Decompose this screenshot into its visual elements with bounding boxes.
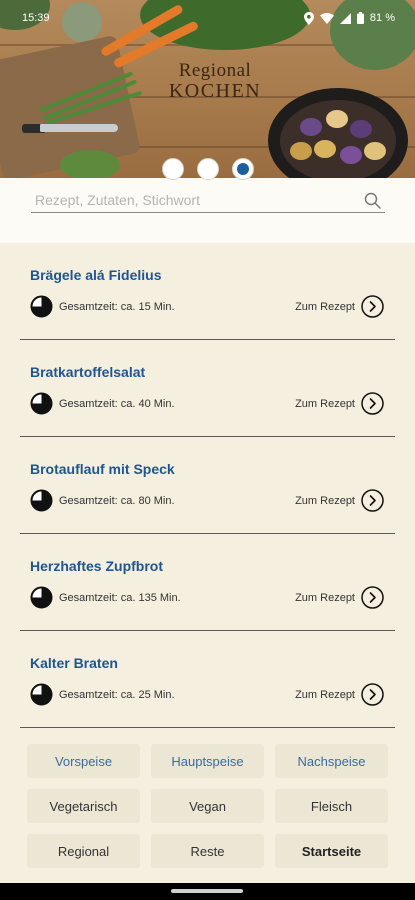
category-vegan-button[interactable]: Vegan [151, 789, 264, 823]
open-recipe-link[interactable]: Zum Rezept [295, 489, 384, 512]
time-pie-icon [30, 295, 53, 318]
brand-logo: Regional KOCHEN [160, 60, 270, 103]
recipe-time: Gesamtzeit: ca. 25 Min. [30, 683, 175, 706]
brand-line-2: KOCHEN [168, 80, 262, 102]
signal-icon [339, 12, 351, 24]
recipe-time-label: Gesamtzeit: ca. 135 Min. [59, 591, 181, 604]
chevron-right-circle-icon[interactable] [361, 586, 384, 609]
location-icon [303, 11, 314, 25]
recipe-time: Gesamtzeit: ca. 40 Min. [30, 392, 175, 415]
recipe-item[interactable]: Bratkartoffelsalat Gesamtzeit: ca. 40 Mi… [20, 340, 395, 437]
potato-decoration [350, 120, 372, 138]
recipe-time-label: Gesamtzeit: ca. 15 Min. [59, 300, 175, 313]
open-recipe-link[interactable]: Zum Rezept [295, 683, 384, 706]
search-icon[interactable] [364, 192, 381, 209]
open-recipe-link[interactable]: Zum Rezept [295, 586, 384, 609]
time-pie-icon [30, 489, 53, 512]
search-section [0, 178, 415, 243]
time-pie-icon [30, 586, 53, 609]
gesture-handle[interactable] [171, 889, 243, 893]
recipe-time: Gesamtzeit: ca. 15 Min. [30, 295, 175, 318]
recipe-title[interactable]: Brägele alá Fidelius [30, 267, 162, 283]
recipe-time-label: Gesamtzeit: ca. 40 Min. [59, 397, 175, 410]
battery-icon [356, 12, 364, 24]
pager-dot-3-active[interactable] [231, 158, 254, 180]
chevron-right-circle-icon[interactable] [361, 683, 384, 706]
knife-blade [40, 124, 118, 132]
potato-decoration [300, 118, 322, 136]
category-regional-button[interactable]: Regional [27, 834, 140, 868]
recipe-item[interactable]: Kalter Braten Gesamtzeit: ca. 25 Min. Zu… [20, 631, 395, 728]
brand-line-1: Regional [178, 60, 252, 81]
recipe-time-label: Gesamtzeit: ca. 25 Min. [59, 688, 175, 701]
recipe-item[interactable]: Herzhaftes Zupfbrot Gesamtzeit: ca. 135 … [20, 534, 395, 631]
category-vegetarisch-button[interactable]: Vegetarisch [27, 789, 140, 823]
battery-level: 81 % [369, 12, 395, 24]
category-vorspeise-button[interactable]: Vorspeise [27, 744, 140, 778]
category-hauptspeise-button[interactable]: Hauptspeise [151, 744, 264, 778]
recipe-title[interactable]: Bratkartoffelsalat [30, 364, 145, 380]
open-recipe-label[interactable]: Zum Rezept [295, 301, 355, 313]
recipe-title[interactable]: Brotauflauf mit Speck [30, 461, 175, 477]
category-fleisch-button[interactable]: Fleisch [275, 789, 388, 823]
recipe-title[interactable]: Herzhaftes Zupfbrot [30, 558, 163, 574]
search-input[interactable] [35, 192, 335, 208]
image-pager [0, 158, 415, 180]
recipe-time-label: Gesamtzeit: ca. 80 Min. [59, 494, 175, 507]
recipe-time: Gesamtzeit: ca. 135 Min. [30, 586, 181, 609]
category-reste-button[interactable]: Reste [151, 834, 264, 868]
pager-dot-1[interactable] [161, 158, 184, 180]
status-icons: 81 % [303, 11, 395, 25]
wifi-icon [319, 12, 334, 24]
time-pie-icon [30, 683, 53, 706]
potato-decoration [314, 140, 336, 158]
recipe-title[interactable]: Kalter Braten [30, 655, 118, 671]
category-nachspeise-button[interactable]: Nachspeise [275, 744, 388, 778]
chevron-right-circle-icon[interactable] [361, 295, 384, 318]
recipe-item[interactable]: Brotauflauf mit Speck Gesamtzeit: ca. 80… [20, 437, 395, 534]
open-recipe-label[interactable]: Zum Rezept [295, 689, 355, 701]
system-nav-bar [0, 883, 415, 900]
time-pie-icon [30, 392, 53, 415]
open-recipe-link[interactable]: Zum Rezept [295, 392, 384, 415]
open-recipe-label[interactable]: Zum Rezept [295, 592, 355, 604]
status-bar: 15:39 81 % [0, 0, 415, 36]
chevron-right-circle-icon[interactable] [361, 489, 384, 512]
pager-dot-2[interactable] [196, 158, 219, 180]
recipe-time: Gesamtzeit: ca. 80 Min. [30, 489, 175, 512]
status-time: 15:39 [22, 12, 50, 24]
open-recipe-label[interactable]: Zum Rezept [295, 495, 355, 507]
potato-decoration [326, 110, 348, 128]
home-button[interactable]: Startseite [275, 834, 388, 868]
recipe-list: Brägele alá Fidelius Gesamtzeit: ca. 15 … [0, 243, 415, 735]
open-recipe-label[interactable]: Zum Rezept [295, 398, 355, 410]
open-recipe-link[interactable]: Zum Rezept [295, 295, 384, 318]
category-grid: Vorspeise Hauptspeise Nachspeise Vegetar… [0, 738, 415, 883]
chevron-right-circle-icon[interactable] [361, 392, 384, 415]
search-bar [31, 188, 385, 213]
recipe-item[interactable]: Brägele alá Fidelius Gesamtzeit: ca. 15 … [20, 243, 395, 340]
